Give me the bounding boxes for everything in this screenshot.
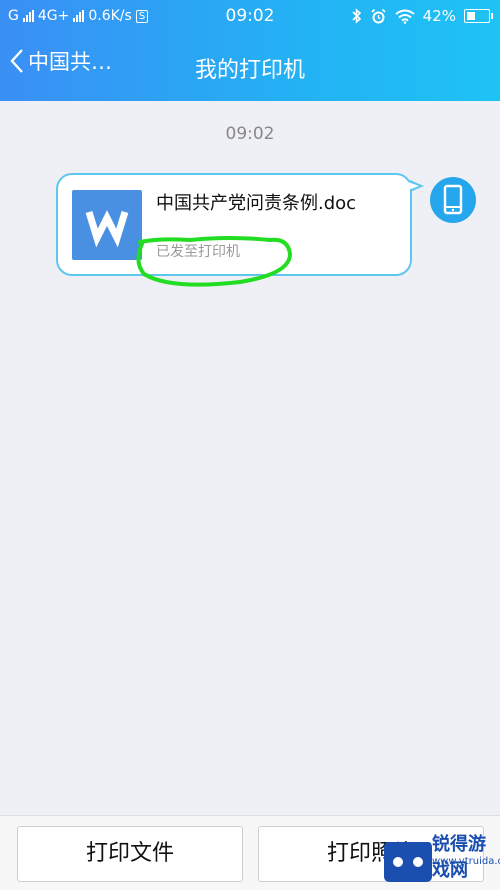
nav-bar: 中国共… 我的打印机 [0,34,500,101]
battery-percent: 42% [422,7,456,25]
file-name: 中国共产党问责条例.doc [156,193,357,214]
watermark-url: www.ytruida.com [432,856,500,867]
chat-timestamp: 09:02 [225,124,275,144]
battery-icon [464,9,493,23]
page-title: 我的打印机 [194,58,305,83]
header-bar: G 4G+ 0.6K/s S 09:02 42% 中国共… 我的打印机 [0,0,500,101]
green-circle-annotation [136,236,293,287]
wifi-icon [395,9,415,24]
phone-avatar[interactable] [430,177,476,223]
print-file-button[interactable]: 打印文件 [17,826,243,882]
phone-icon [443,184,463,215]
status-right: 42% [352,7,493,25]
status-bar: G 4G+ 0.6K/s S 09:02 42% [0,0,500,34]
alarm-icon [371,8,386,23]
bluetooth-icon [352,8,361,24]
bubble-tail-inner [408,182,419,190]
